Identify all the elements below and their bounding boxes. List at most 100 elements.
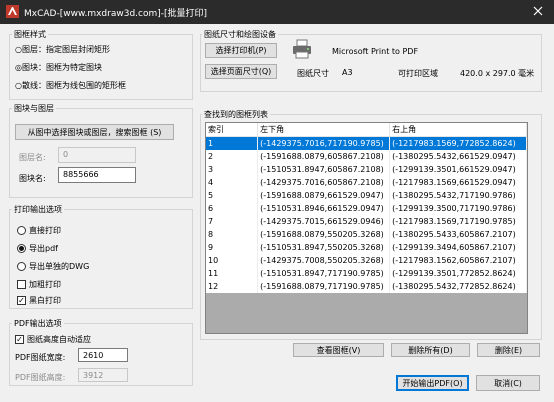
cell-bottom-left: (-1429375.7008,550205.3268) [257,254,391,267]
cell-bottom-left: (-1429375.7015,661529.0946) [257,215,391,228]
cell-top-right: (-1380295.5432,772852.8624) [389,280,527,293]
cell-index: 4 [206,176,259,189]
table-row[interactable]: 1 (-1429375.7016,717190.9785) (-1217983.15… [206,136,527,150]
table-row[interactable]: 8 (-1591688.0879,550205.3268) (-1380295.54… [206,228,527,241]
table-row[interactable]: 4 (-1429375.7016,605867.2108) (-1217983.15… [206,176,527,189]
table-row[interactable]: 11 (-1510531.8947,717190.9785) (-1299139.3… [206,267,527,280]
cell-top-right: (-1217983.1562,605867.2107) [389,254,527,267]
column-header-bottom-left[interactable]: 左下角 [257,123,391,137]
direct-print-radio[interactable]: 直接打印 [17,225,61,236]
block-name-label: 图块名: [19,174,46,183]
table-row[interactable]: 7 (-1429375.7015,661529.0946) (-1217983.15… [206,215,527,228]
frame-style-line-option[interactable]: ○散线：图框为线包围的矩形框 [15,80,126,91]
cell-index: 12 [206,280,259,293]
mxcad-app-icon [5,4,20,19]
cell-index: 8 [206,228,259,241]
export-pdf-radio[interactable]: 导出pdf [17,243,58,254]
paper-device-label: 图纸尺寸和绘图设备 [202,29,278,40]
cell-index: 5 [206,189,259,202]
cell-bottom-left: (-1429375.7016,605867.2108) [257,176,391,189]
cell-index: 7 [206,215,259,228]
printable-area-label: 可打印区域 [398,69,438,78]
window-title: MxCAD-[www.mxdraw3d.com]-[批量打印] [24,9,208,19]
view-frame-button[interactable]: 查看图框(V) [293,343,384,357]
frame-style-layer-option[interactable]: ○图层：指定图层封闭矩形 [15,44,110,55]
start-output-pdf-button[interactable]: 开始输出PDF(O) [396,375,469,391]
block-layer-label: 图块与图层 [12,103,56,114]
table-header: 索引 左下角 右上角 [206,123,527,137]
cell-bottom-left: (-1429375.7016,717190.9785) [257,136,391,150]
table-row[interactable]: 6 (-1510531.8946,661529.0947) (-1299139.35… [206,202,527,215]
checkmark-icon: ✓ [15,334,24,344]
cell-top-right: (-1299139.3501,772852.8624) [389,267,527,280]
table-row[interactable]: 12 (-1591688.0879,717190.9785) (-1380295.5… [206,280,527,293]
cell-top-right: (-1217983.1569,772852.8624) [389,136,527,150]
block-name-input[interactable]: 8855666 [58,167,136,183]
radio-indicator [17,226,26,235]
cell-top-right: (-1217983.1569,661529.0947) [389,176,527,189]
select-printer-button[interactable]: 选择打印机(P) [205,43,277,58]
pdf-height-input: 3912 [78,368,128,382]
cancel-button[interactable]: 取消(C) [476,375,540,391]
printer-icon [291,38,313,60]
cell-top-right: (-1299139.3501,661529.0947) [389,163,527,176]
table-row[interactable]: 5 (-1591688.0879,661529.0947) (-1380295.54… [206,189,527,202]
column-header-index[interactable]: 索引 [206,123,259,137]
print-output-group [9,209,193,309]
cell-bottom-left: (-1510531.8947,550205.3268) [257,241,391,254]
delete-all-button[interactable]: 删除所有(D) [391,343,470,357]
checkmark-icon: ✓ [17,295,26,305]
select-page-size-button[interactable]: 选择页面尺寸(Q) [205,64,277,79]
cell-bottom-left: (-1591688.0879,550205.3268) [257,228,391,241]
cell-top-right: (-1380295.5433,605867.2107) [389,228,527,241]
pdf-width-label: PDF图纸宽度: [15,353,66,362]
auto-fit-height-checkbox[interactable]: ✓ 图纸高度自动适应 [15,334,91,345]
frame-style-block-option[interactable]: ◎图块：图框为特定图块 [15,62,102,73]
radio-indicator [17,244,26,253]
delete-button[interactable]: 删除(E) [477,343,540,357]
checkbox-box [17,280,26,289]
frame-list-table[interactable]: 索引 左下角 右上角 1 (-1429375.7016,717190.9785)(… [205,122,528,334]
table-row[interactable]: 10 (-1429375.7008,550205.3268) (-1217983.1… [206,254,527,267]
cell-index: 2 [206,150,259,163]
cell-index: 6 [206,202,259,215]
cell-index: 11 [206,267,259,280]
bw-print-checkbox[interactable]: ✓ 黑白打印 [17,295,61,306]
pdf-output-label: PDF输出选项 [12,318,64,329]
frame-style-label: 图框样式 [12,29,48,40]
cell-index: 3 [206,163,259,176]
cell-index: 1 [206,136,259,150]
export-dwg-radio[interactable]: 导出单独的DWG [17,261,89,272]
column-header-top-right[interactable]: 右上角 [389,123,527,137]
printable-area-value: 420.0 x 297.0 毫米 [460,69,535,78]
frame-list-label: 查找到的图框列表 [202,109,270,120]
layer-name-input: 0 [58,147,136,163]
cell-index: 10 [206,254,259,267]
table-row[interactable]: 2 (-1591688.0879,605867.2108) (-1380295.54… [206,150,527,163]
cell-top-right: (-1299139.3500,717190.9786) [389,202,527,215]
cell-top-right: (-1217983.1569,717190.9785) [389,215,527,228]
close-icon[interactable] [530,3,546,19]
cell-bottom-left: (-1591688.0879,661529.0947) [257,189,391,202]
radio-indicator [17,262,26,271]
cell-bottom-left: (-1510531.8947,717190.9785) [257,267,391,280]
cell-bottom-left: (-1591688.0879,717190.9785) [257,280,391,293]
table-row[interactable]: 3 (-1510531.8947,605867.2108) (-1299139.35… [206,163,527,176]
cell-bottom-left: (-1510531.8947,605867.2108) [257,163,391,176]
layer-name-label: 图层名: [19,153,46,162]
paper-size-value: A3 [342,68,353,77]
bold-print-checkbox[interactable]: 加粗打印 [17,279,61,290]
select-block-layer-button[interactable]: 从图中选择图块或图层，搜索图框 (S) [15,124,174,140]
cell-bottom-left: (-1510531.8946,661529.0947) [257,202,391,215]
pdf-height-label: PDF图纸高度: [15,373,66,382]
pdf-width-input[interactable]: 2610 [78,348,128,362]
table-row[interactable]: 9 (-1510531.8947,550205.3268) (-1299139.34… [206,241,527,254]
print-output-label: 打印输出选项 [12,204,64,215]
cell-top-right: (-1299139.3494,605867.2107) [389,241,527,254]
cell-top-right: (-1380295.5432,661529.0947) [389,150,527,163]
paper-size-label: 图纸尺寸 [297,69,329,78]
cell-bottom-left: (-1591688.0879,605867.2108) [257,150,391,163]
cell-index: 9 [206,241,259,254]
cell-top-right: (-1380295.5432,717190.9786) [389,189,527,202]
title-bar: MxCAD-[www.mxdraw3d.com]-[批量打印] [0,0,554,24]
